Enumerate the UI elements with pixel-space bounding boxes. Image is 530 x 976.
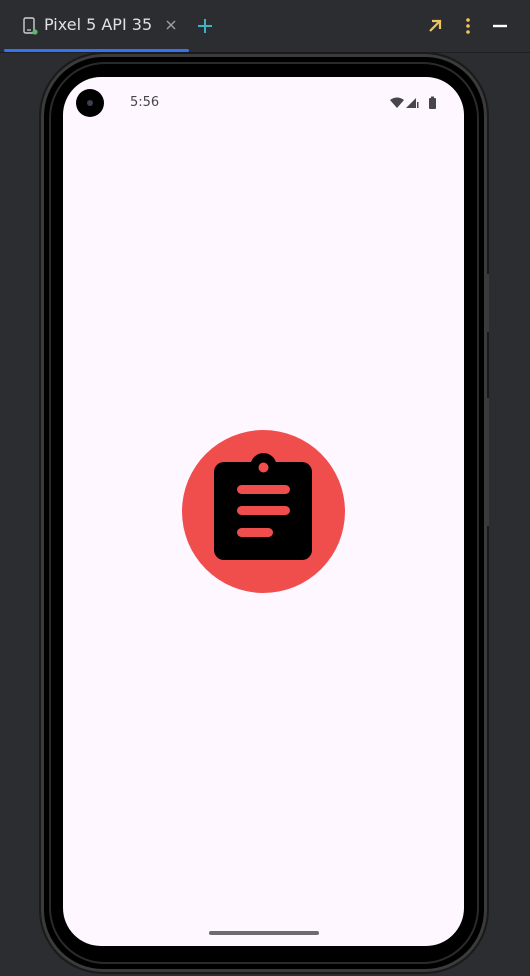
expand-arrow-icon[interactable] [426,17,444,35]
power-button [486,274,489,332]
active-tab-indicator [4,49,189,52]
more-vertical-icon[interactable] [459,17,477,35]
gesture-navigation-handle[interactable] [209,931,319,935]
device-tab-bar: Pixel 5 API 35 [0,0,530,53]
clipboard-icon [214,453,312,560]
tab-label: Pixel 5 API 35 [44,15,153,34]
device-screen[interactable]: 5:56 [63,77,464,946]
wifi-icon [390,97,404,108]
signal-bar [417,102,419,108]
status-bar-time: 5:56 [130,95,160,110]
running-devices-panel: Pixel 5 API 35 5:56 [0,0,530,976]
app-logo [182,430,345,593]
status-bar-icons [390,96,436,109]
tab-pixel-5-api-35[interactable]: Pixel 5 API 35 [4,0,189,52]
device-icon [23,17,38,35]
camera-icon [76,89,104,117]
camera-lens [87,100,93,106]
close-icon[interactable] [164,18,178,32]
volume-button [486,398,489,526]
battery-icon [429,98,436,109]
minimize-icon[interactable] [490,17,510,35]
plus-icon[interactable] [196,17,214,35]
signal-icon [406,98,416,108]
